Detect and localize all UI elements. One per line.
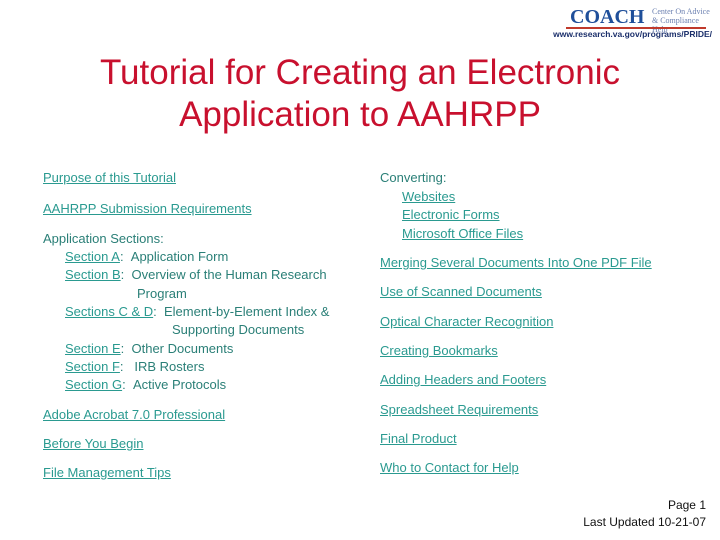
logo-url: www.research.va.gov/programs/PRIDE/	[553, 29, 712, 39]
link-converting-websites[interactable]: Websites	[402, 189, 455, 204]
section-cd-row: Sections C & D: Element-by-Element Index…	[65, 304, 330, 319]
application-sections-label: Application Sections:	[43, 231, 164, 246]
section-e-desc: Other Documents	[131, 341, 234, 356]
link-converting-electronic-forms[interactable]: Electronic Forms	[402, 207, 500, 222]
link-merging-documents[interactable]: Merging Several Documents Into One PDF F…	[380, 255, 652, 270]
link-section-a[interactable]: Section A	[65, 249, 120, 264]
title-line-2: Application to AAHRPP	[179, 95, 541, 134]
converting-label: Converting:	[380, 170, 447, 185]
section-f-desc: IRB Rosters	[130, 359, 205, 374]
section-a-row: Section A: Application Form	[65, 249, 229, 264]
link-final-product[interactable]: Final Product	[380, 431, 457, 446]
section-a-desc: Application Form	[130, 249, 229, 264]
link-converting-office-files[interactable]: Microsoft Office Files	[402, 226, 523, 241]
link-contact-help[interactable]: Who to Contact for Help	[380, 460, 519, 475]
link-section-f[interactable]: Section F	[65, 359, 120, 374]
link-scanned-documents[interactable]: Use of Scanned Documents	[380, 284, 542, 299]
section-cd-desc: Element-by-Element Index &	[164, 304, 330, 319]
link-spreadsheet-requirements[interactable]: Spreadsheet Requirements	[380, 402, 538, 417]
section-b-desc: Overview of the Human Research	[131, 267, 327, 282]
link-submission-requirements[interactable]: AAHRPP Submission Requirements	[43, 201, 252, 216]
link-section-b[interactable]: Section B	[65, 267, 121, 282]
section-f-row: Section F: IRB Rosters	[65, 359, 205, 374]
link-section-g[interactable]: Section G	[65, 377, 122, 392]
section-g-row: Section G: Active Protocols	[65, 377, 227, 392]
section-cd-desc-2: Supporting Documents	[172, 322, 305, 337]
link-headers-footers[interactable]: Adding Headers and Footers	[380, 372, 546, 387]
section-b-desc-2: Program	[137, 286, 187, 301]
link-purpose[interactable]: Purpose of this Tutorial	[43, 170, 176, 185]
section-g-desc: Active Protocols	[132, 377, 227, 392]
link-file-management-tips[interactable]: File Management Tips	[43, 465, 171, 480]
coach-logo: COACH Center On Advice & Compliance Help…	[552, 4, 712, 39]
link-before-you-begin[interactable]: Before You Begin	[43, 436, 143, 451]
logo-name: COACH	[570, 6, 645, 28]
link-section-c-d[interactable]: Sections C & D	[65, 304, 153, 319]
page-title: Tutorial for Creating an Electronic Appl…	[0, 52, 720, 136]
page-number: Page 1	[667, 498, 706, 512]
section-e-row: Section E: Other Documents	[65, 341, 234, 356]
last-updated: Last Updated 10-21-07	[583, 515, 706, 529]
link-creating-bookmarks[interactable]: Creating Bookmarks	[380, 343, 498, 358]
section-b-row: Section B: Overview of the Human Researc…	[65, 267, 327, 282]
title-line-1: Tutorial for Creating an Electronic	[99, 53, 621, 92]
link-section-e[interactable]: Section E	[65, 341, 121, 356]
link-adobe-acrobat[interactable]: Adobe Acrobat 7.0 Professional	[43, 407, 225, 422]
link-ocr[interactable]: Optical Character Recognition	[380, 314, 553, 329]
logo-subtitle-line1: Center On Advice	[652, 7, 710, 16]
